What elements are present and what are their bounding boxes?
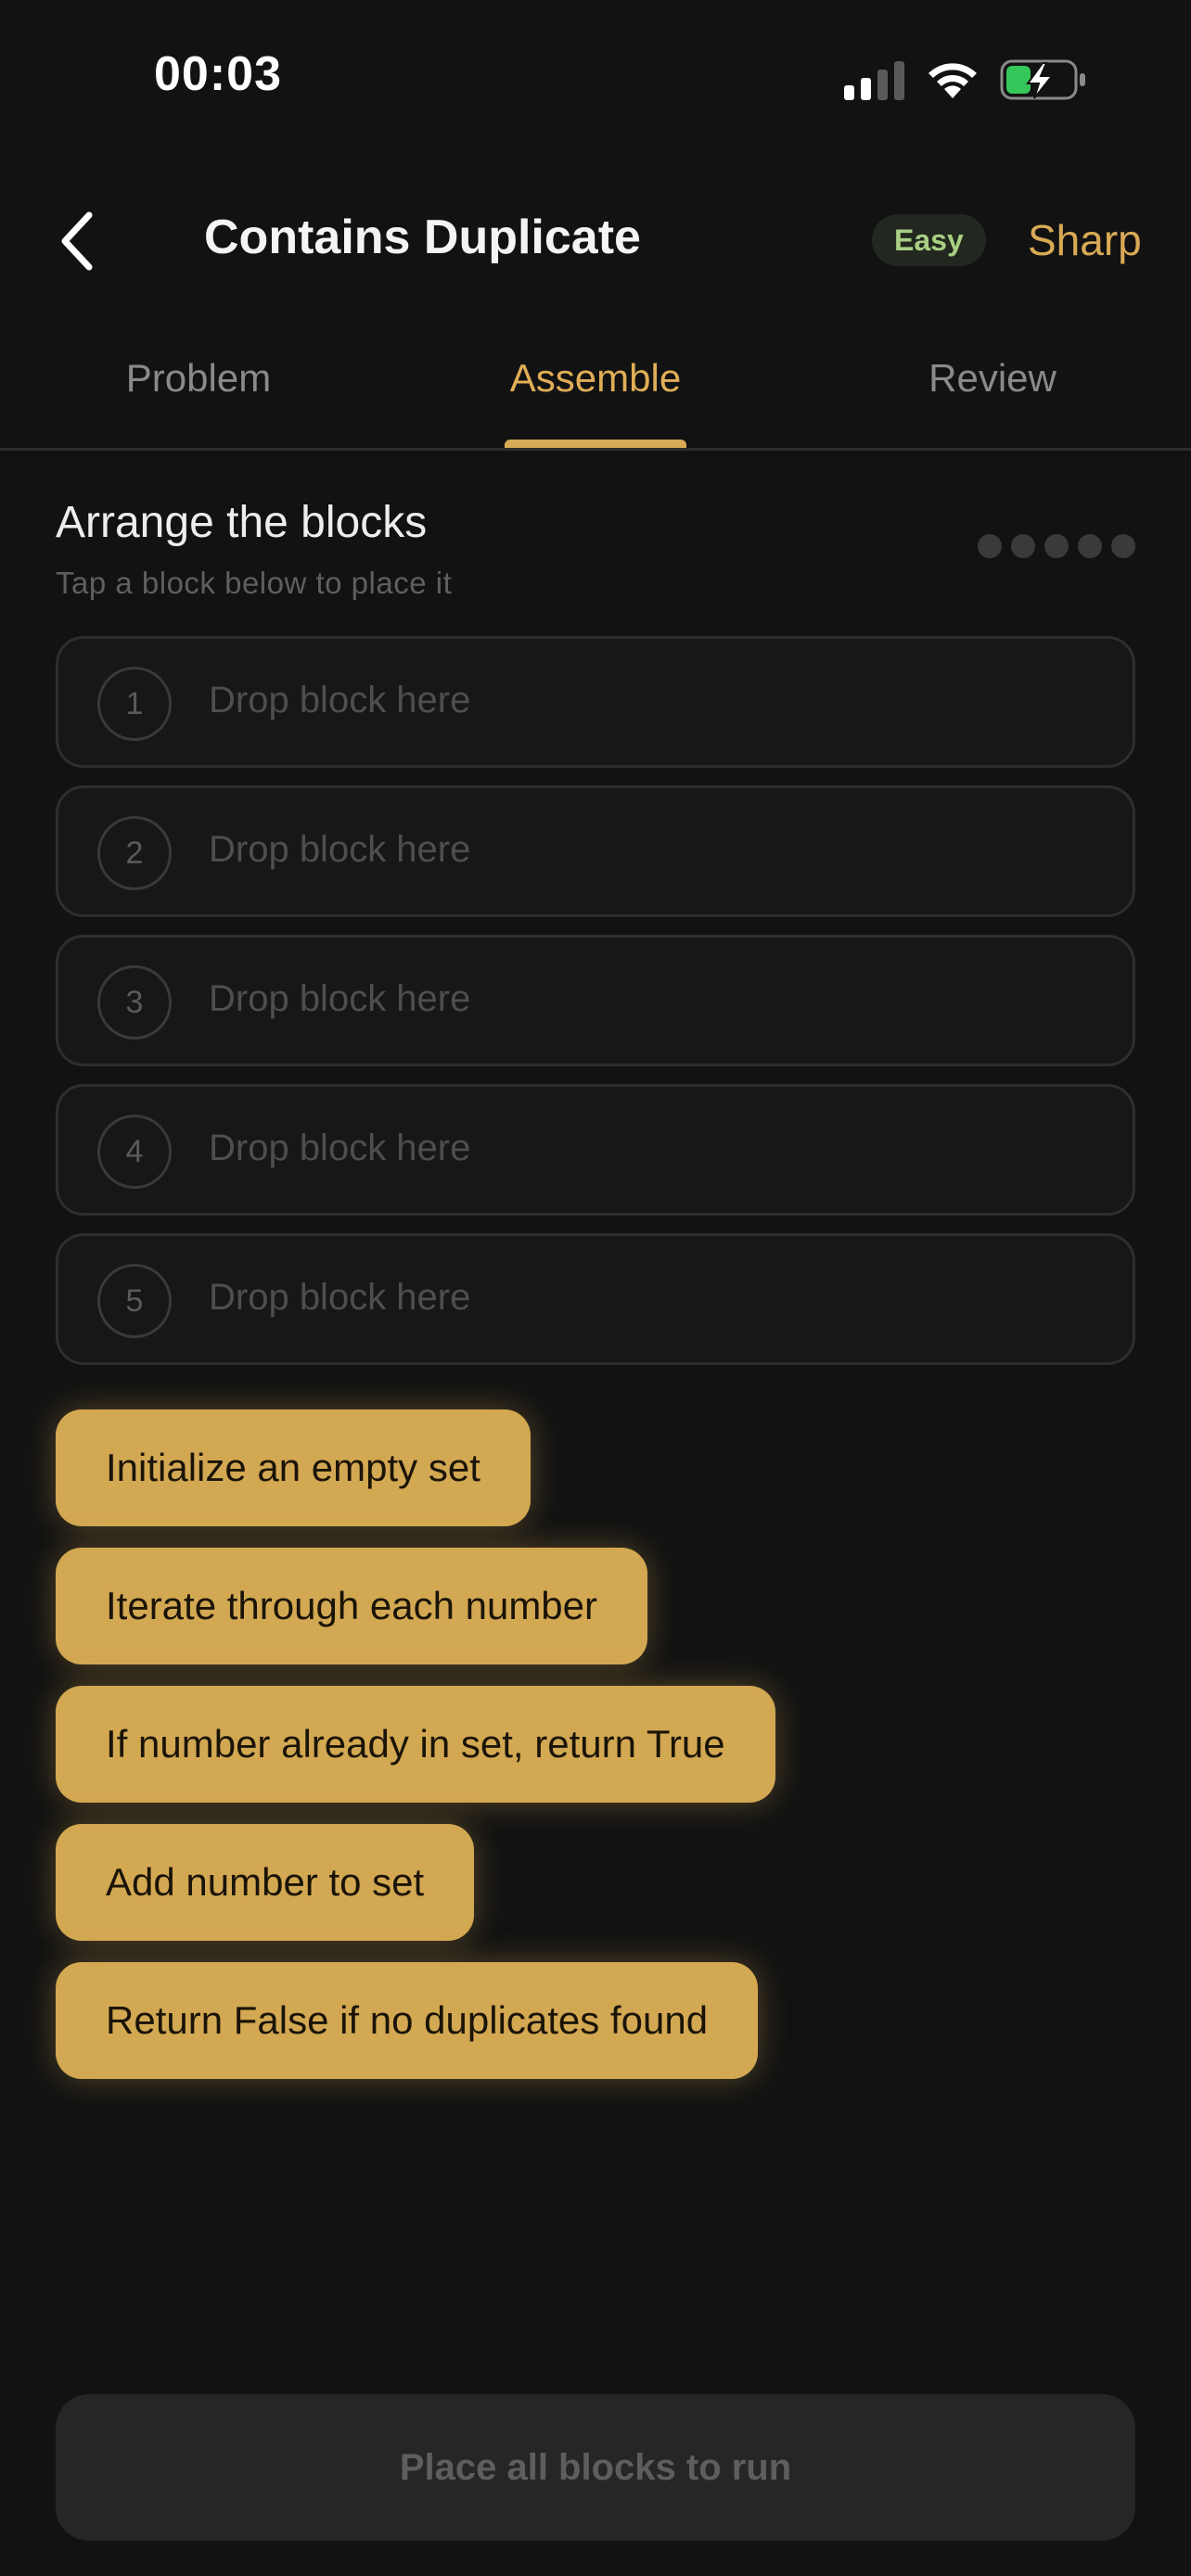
- code-block[interactable]: Iterate through each number: [56, 1548, 648, 1664]
- app-screen: 00:03 Contains Duplicate Easy Sharp Prob…: [0, 0, 1191, 2576]
- slot-number: 1: [97, 667, 172, 741]
- section-subtitle: Tap a block below to place it: [56, 566, 453, 600]
- tab-review[interactable]: Review: [853, 356, 1132, 401]
- slot-number: 3: [97, 965, 172, 1039]
- section-title: Arrange the blocks: [56, 498, 428, 547]
- progress-dot: [1078, 534, 1102, 558]
- progress-dots: [978, 534, 1135, 558]
- drop-slot[interactable]: 3 Drop block here: [56, 935, 1135, 1066]
- progress-dot: [1111, 534, 1135, 558]
- back-chevron-icon[interactable]: [56, 208, 100, 274]
- mode-button[interactable]: Sharp: [1028, 215, 1142, 265]
- code-block[interactable]: If number already in set, return True: [56, 1686, 775, 1803]
- drop-slot[interactable]: 2 Drop block here: [56, 785, 1135, 917]
- status-time: 00:03: [154, 47, 282, 101]
- run-button[interactable]: Place all blocks to run: [56, 2394, 1135, 2541]
- code-block[interactable]: Return False if no duplicates found: [56, 1962, 759, 2079]
- progress-dot: [978, 534, 1002, 558]
- code-block[interactable]: Add number to set: [56, 1824, 475, 1941]
- progress-dot: [1044, 534, 1069, 558]
- code-block[interactable]: Initialize an empty set: [56, 1409, 531, 1526]
- slot-placeholder: Drop block here: [209, 829, 471, 870]
- tab-problem[interactable]: Problem: [59, 356, 338, 401]
- slot-placeholder: Drop block here: [209, 978, 471, 1019]
- difficulty-badge: Easy: [872, 214, 986, 266]
- progress-dot: [1011, 534, 1035, 558]
- wifi-icon: [928, 63, 977, 98]
- tab-assemble[interactable]: Assemble: [456, 356, 735, 401]
- drop-slot[interactable]: 5 Drop block here: [56, 1233, 1135, 1365]
- slot-number: 5: [97, 1264, 172, 1338]
- slot-number: 4: [97, 1115, 172, 1189]
- slot-placeholder: Drop block here: [209, 680, 471, 721]
- slot-placeholder: Drop block here: [209, 1277, 471, 1318]
- page-title: Contains Duplicate: [204, 210, 641, 264]
- slot-placeholder: Drop block here: [209, 1128, 471, 1168]
- drop-slot[interactable]: 4 Drop block here: [56, 1084, 1135, 1216]
- tab-divider: [0, 448, 1191, 451]
- battery-charging-icon: [1000, 59, 1085, 100]
- slot-number: 2: [97, 816, 172, 890]
- cellular-signal-icon: [844, 61, 904, 100]
- drop-slot[interactable]: 1 Drop block here: [56, 636, 1135, 768]
